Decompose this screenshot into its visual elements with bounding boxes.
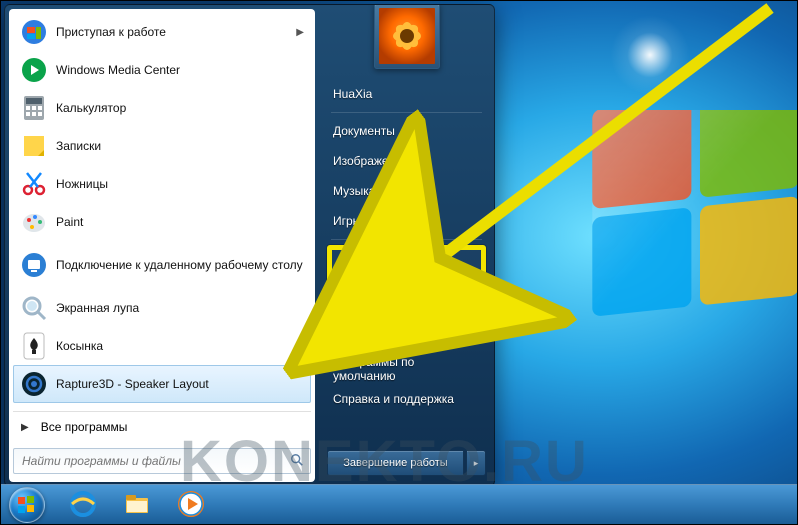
start-menu: Приступая к работе ▶ Windows Media Center К… (4, 4, 495, 487)
right-item[interactable]: Документы (325, 116, 488, 146)
app-label: Приступая к работе (56, 25, 166, 39)
app-item[interactable]: Ножницы (13, 165, 311, 203)
app-label: Windows Media Center (56, 63, 180, 77)
app-label: Rapture3D - Speaker Layout (56, 377, 209, 391)
right-item[interactable]: Справка и поддержка (325, 384, 488, 414)
app-label: Калькулятор (56, 101, 126, 115)
app-item[interactable]: Приступая к работе ▶ (13, 13, 311, 51)
app-label: Записки (56, 139, 101, 153)
calculator-icon (20, 94, 48, 122)
chevron-right-icon: ▶ (21, 422, 29, 433)
right-item-computer[interactable]: Компьютер (332, 250, 481, 280)
app-label: Косынка (56, 339, 103, 353)
app-label: Ножницы (56, 177, 108, 191)
windows-flag-icon (17, 495, 37, 515)
user-picture-icon (379, 8, 435, 64)
search-icon (290, 453, 304, 470)
app-label: Paint (56, 215, 83, 229)
taskbar (0, 484, 798, 525)
start-menu-left-panel: Приступая к работе ▶ Windows Media Center К… (9, 9, 315, 482)
right-item[interactable]: Изображения (325, 146, 488, 176)
app-item[interactable]: Windows Media Center (13, 51, 311, 89)
chevron-right-icon: ▸ (474, 458, 479, 469)
start-menu-right-panel: HuaXia ДокументыИзображенияМузыкаИгры Ко… (319, 5, 494, 486)
search-input[interactable] (20, 453, 290, 469)
user-picture-frame[interactable] (374, 4, 440, 69)
wmc-icon (20, 56, 48, 84)
right-item[interactable]: Программы по умолчанию (325, 354, 488, 384)
wmplayer-icon (177, 490, 205, 521)
app-item[interactable]: Калькулятор (13, 89, 311, 127)
app-item[interactable]: Экранная лупа (13, 289, 311, 327)
snipping-tool-icon (20, 170, 48, 198)
search-box[interactable] (13, 448, 311, 474)
lens-flare (610, 15, 690, 95)
all-programs-label: Все программы (41, 420, 128, 434)
separator (331, 239, 482, 240)
app-item[interactable]: Косынка (13, 327, 311, 365)
right-item[interactable]: Музыка (325, 176, 488, 206)
all-programs-button[interactable]: ▶ Все программы (13, 411, 311, 442)
taskbar-item[interactable] (165, 488, 217, 522)
paint-icon (20, 208, 48, 236)
remote-desktop-icon (20, 251, 48, 279)
shutdown-options-button[interactable]: ▸ (466, 450, 486, 476)
chevron-right-icon: ▶ (296, 27, 304, 38)
app-item[interactable]: Paint (13, 203, 311, 241)
shutdown-row: Завершение работы ▸ (319, 444, 494, 486)
separator (331, 112, 482, 113)
rapture3d-icon (20, 370, 48, 398)
highlight-annotation: Компьютер (327, 245, 486, 285)
app-label: Экранная лупа (56, 301, 139, 315)
app-item[interactable]: Rapture3D - Speaker Layout (13, 365, 311, 403)
app-label: Подключение к удаленному рабочему столу (56, 258, 303, 272)
right-item[interactable]: Панель управления (325, 294, 488, 324)
separator (331, 290, 482, 291)
magnifier-icon (20, 294, 48, 322)
sticky-notes-icon (20, 132, 48, 160)
start-button[interactable] (0, 485, 54, 525)
getting-started-icon (20, 18, 48, 46)
app-item[interactable]: Записки (13, 127, 311, 165)
app-item[interactable]: Подключение к удаленному рабочему столу (13, 241, 311, 289)
right-item[interactable]: Устройства и принтеры (325, 324, 488, 354)
taskbar-item[interactable] (57, 488, 109, 522)
internet-explorer-icon (69, 490, 97, 521)
right-panel-list: HuaXia ДокументыИзображенияМузыкаИгры Ко… (319, 75, 494, 418)
shutdown-button[interactable]: Завершение работы (327, 450, 464, 476)
right-item[interactable]: Игры (325, 206, 488, 236)
solitaire-icon (20, 332, 48, 360)
app-list: Приступая к работе ▶ Windows Media Center К… (13, 13, 311, 409)
taskbar-item[interactable] (111, 488, 163, 522)
right-item-username[interactable]: HuaXia (325, 79, 488, 109)
windows-logo (590, 110, 798, 390)
explorer-icon (123, 490, 151, 521)
